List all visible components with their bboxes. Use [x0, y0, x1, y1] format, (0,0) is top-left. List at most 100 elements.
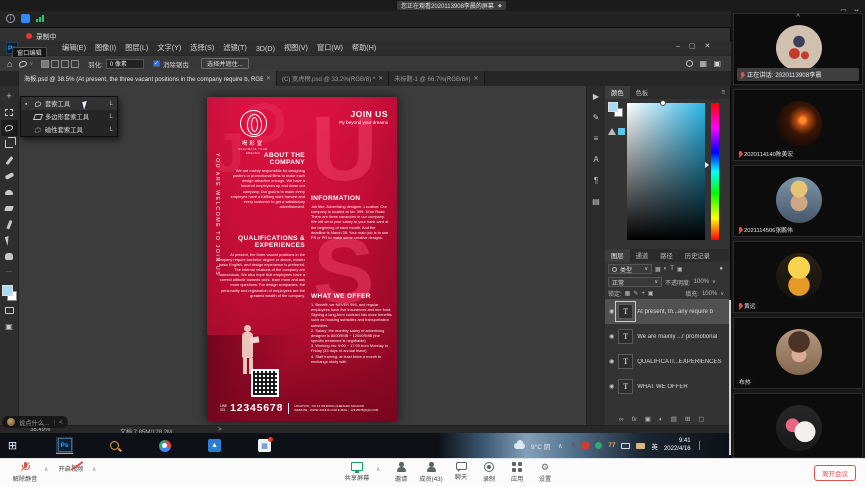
tab-close-icon[interactable]: ✕ — [378, 75, 383, 82]
subtract-selection-icon[interactable] — [61, 60, 69, 68]
tab-layers[interactable]: 图层 — [605, 249, 630, 262]
feather-input[interactable]: 0 像素 — [106, 59, 144, 69]
home-icon[interactable]: ⌂ — [7, 59, 12, 69]
tray-text-icon[interactable]: 77 — [608, 442, 615, 449]
menu-filter[interactable]: 滤镜(T) — [223, 43, 247, 53]
actions-panel-icon[interactable]: ▶ — [593, 92, 599, 101]
clone-stamp-tool[interactable] — [1, 184, 18, 200]
filter-type-icon[interactable]: T — [670, 266, 674, 272]
layer-group-icon[interactable]: ▤ — [671, 415, 677, 423]
tab-swatches[interactable]: 色板 — [630, 86, 655, 99]
share-screen-button[interactable]: 共享屏幕 — [340, 462, 374, 482]
hue-slider[interactable] — [711, 103, 719, 240]
layer-row[interactable]: ◉ T WHAT WE OFFER — [605, 374, 729, 399]
ps-maximize-icon[interactable]: ▢ — [689, 42, 696, 50]
libraries-panel-icon[interactable]: ▤ — [592, 197, 600, 206]
flyout-item-polygonal-lasso[interactable]: 多边形套索工具 L — [21, 110, 117, 123]
menu-select[interactable]: 选择(S) — [190, 43, 214, 53]
menu-window[interactable]: 窗口(W) — [317, 43, 343, 53]
saturation-brightness-field[interactable] — [627, 103, 705, 240]
filter-shape-icon[interactable]: ▣ — [677, 266, 683, 273]
paragraph-panel-icon[interactable]: ¶ — [594, 176, 598, 185]
flyout-item-lasso[interactable]: ● 套索工具 L — [21, 97, 117, 110]
menu-3d[interactable]: 3D(D) — [256, 44, 275, 53]
tray-folder-icon[interactable] — [636, 443, 645, 449]
new-layer-icon[interactable]: ⊞ — [685, 415, 690, 423]
members-button[interactable]: 成员(43) — [414, 462, 448, 483]
tab-color[interactable]: 颜色 — [605, 86, 630, 99]
layer-row[interactable]: ◉ T QUALIFICATI...EXPERIENCES — [605, 349, 729, 374]
hue-slider-marker[interactable] — [705, 162, 709, 168]
settings-button[interactable]: ⚙ 设置 — [528, 462, 562, 483]
text-layer-thumbnail[interactable]: T — [618, 379, 633, 394]
tray-mic-icon[interactable] — [571, 442, 576, 450]
fill-value[interactable]: 100% — [702, 291, 717, 297]
layer-visibility-icon[interactable]: ◉ — [609, 358, 614, 365]
start-button[interactable]: ⊞ — [4, 437, 21, 454]
lock-pixels-icon[interactable]: ✎ — [633, 290, 638, 297]
tray-monitor-icon[interactable] — [621, 443, 630, 449]
weather-text[interactable]: 9°C 阴 — [531, 441, 550, 451]
participant-tile[interactable]: 黄远 — [733, 241, 863, 313]
character-panel-icon[interactable]: A — [593, 155, 598, 164]
participant-tile[interactable]: 2021114506张鹏伟 — [733, 165, 863, 237]
color-swatches[interactable] — [1, 284, 18, 302]
unmute-button[interactable]: 解除静音 — [8, 462, 42, 483]
tab-untitled[interactable]: 未标题-1 @ 66.7%(RGB/8#) ✕ — [389, 71, 484, 86]
intersect-selection-icon[interactable] — [71, 60, 79, 68]
brush-settings-icon[interactable]: ✎ — [593, 113, 600, 122]
sidebar-scrollbar[interactable] — [729, 300, 731, 455]
taskbar-search[interactable] — [106, 437, 123, 454]
path-select-tool[interactable] — [1, 232, 18, 248]
meeting-info-icon[interactable]: i — [6, 14, 15, 23]
tab-poster-psd[interactable]: 海报.psd @ 38.5% (At present, the three va… — [19, 71, 277, 86]
taskbar-chrome[interactable] — [156, 437, 173, 454]
layer-visibility-icon[interactable]: ◉ — [609, 308, 614, 315]
gamut-swatch[interactable] — [618, 128, 625, 135]
menu-image[interactable]: 图像(I) — [95, 43, 116, 53]
security-icon[interactable] — [21, 14, 30, 23]
link-layers-icon[interactable]: ∞ — [619, 416, 624, 423]
collapse-left-icon[interactable]: < — [59, 419, 63, 426]
layer-visibility-icon[interactable]: ◉ — [609, 333, 614, 340]
healing-brush-tool[interactable] — [1, 168, 18, 184]
delete-layer-icon[interactable]: ▢ — [698, 415, 704, 423]
layer-filter-dropdown[interactable]: 类型 ∨ — [608, 264, 652, 274]
ps-minimize-icon[interactable]: – — [676, 43, 680, 50]
select-and-mask-button[interactable]: 选择并遮住... — [201, 58, 249, 69]
text-layer-thumbnail[interactable]: T — [618, 329, 633, 344]
mic-options-caret[interactable]: ∧ — [44, 466, 48, 473]
filter-adjust-icon[interactable]: ◐ — [664, 266, 668, 272]
filter-pin-icon[interactable]: ● — [719, 266, 726, 272]
text-layer-thumbnail[interactable]: T — [618, 354, 633, 369]
text-layer-thumbnail[interactable]: T — [618, 304, 633, 319]
lasso-option-icon[interactable] — [19, 60, 28, 68]
tray-expand-icon[interactable]: ∧ — [556, 442, 564, 450]
invite-button[interactable]: 邀请 — [384, 462, 418, 483]
filter-pixel-icon[interactable]: ▦ — [655, 266, 661, 273]
layer-visibility-icon[interactable]: ◉ — [609, 383, 614, 390]
menu-help[interactable]: 帮助(H) — [352, 43, 376, 53]
opacity-value[interactable]: 100% — [694, 279, 709, 285]
antialias-checkbox[interactable]: ✓ — [153, 60, 160, 67]
crop-tool[interactable] — [1, 136, 18, 152]
share-options-caret[interactable]: ∧ — [376, 466, 380, 473]
menu-view[interactable]: 视图(V) — [284, 43, 308, 53]
layer-effects-icon[interactable]: fx — [632, 416, 637, 423]
add-selection-icon[interactable] — [51, 60, 59, 68]
layer-row[interactable]: ◉ T We are mainly ...r promotional — [605, 324, 729, 349]
brush-tool[interactable] — [1, 216, 18, 232]
foreground-color-swatch[interactable] — [2, 285, 13, 296]
ps-close-icon[interactable]: ✕ — [705, 42, 711, 50]
blend-mode-dropdown[interactable]: 正常 ∨ — [608, 277, 662, 287]
weather-icon[interactable] — [514, 443, 525, 449]
taskbar-app-badged[interactable]: ▦ — [256, 437, 273, 454]
adjustment-layer-icon[interactable]: ◐ — [659, 416, 663, 423]
marquee-tool[interactable] — [1, 104, 18, 120]
arrange-icon[interactable]: ▣ — [713, 59, 721, 68]
layer-row[interactable]: ◉ T At present, th...any require b — [605, 299, 729, 324]
menu-layer[interactable]: 图层(L) — [125, 43, 148, 53]
collapse-sidebar-icon[interactable]: ^ — [734, 15, 862, 21]
hand-tool[interactable] — [1, 248, 18, 264]
lasso-option-caret[interactable]: ∨ — [29, 61, 33, 67]
